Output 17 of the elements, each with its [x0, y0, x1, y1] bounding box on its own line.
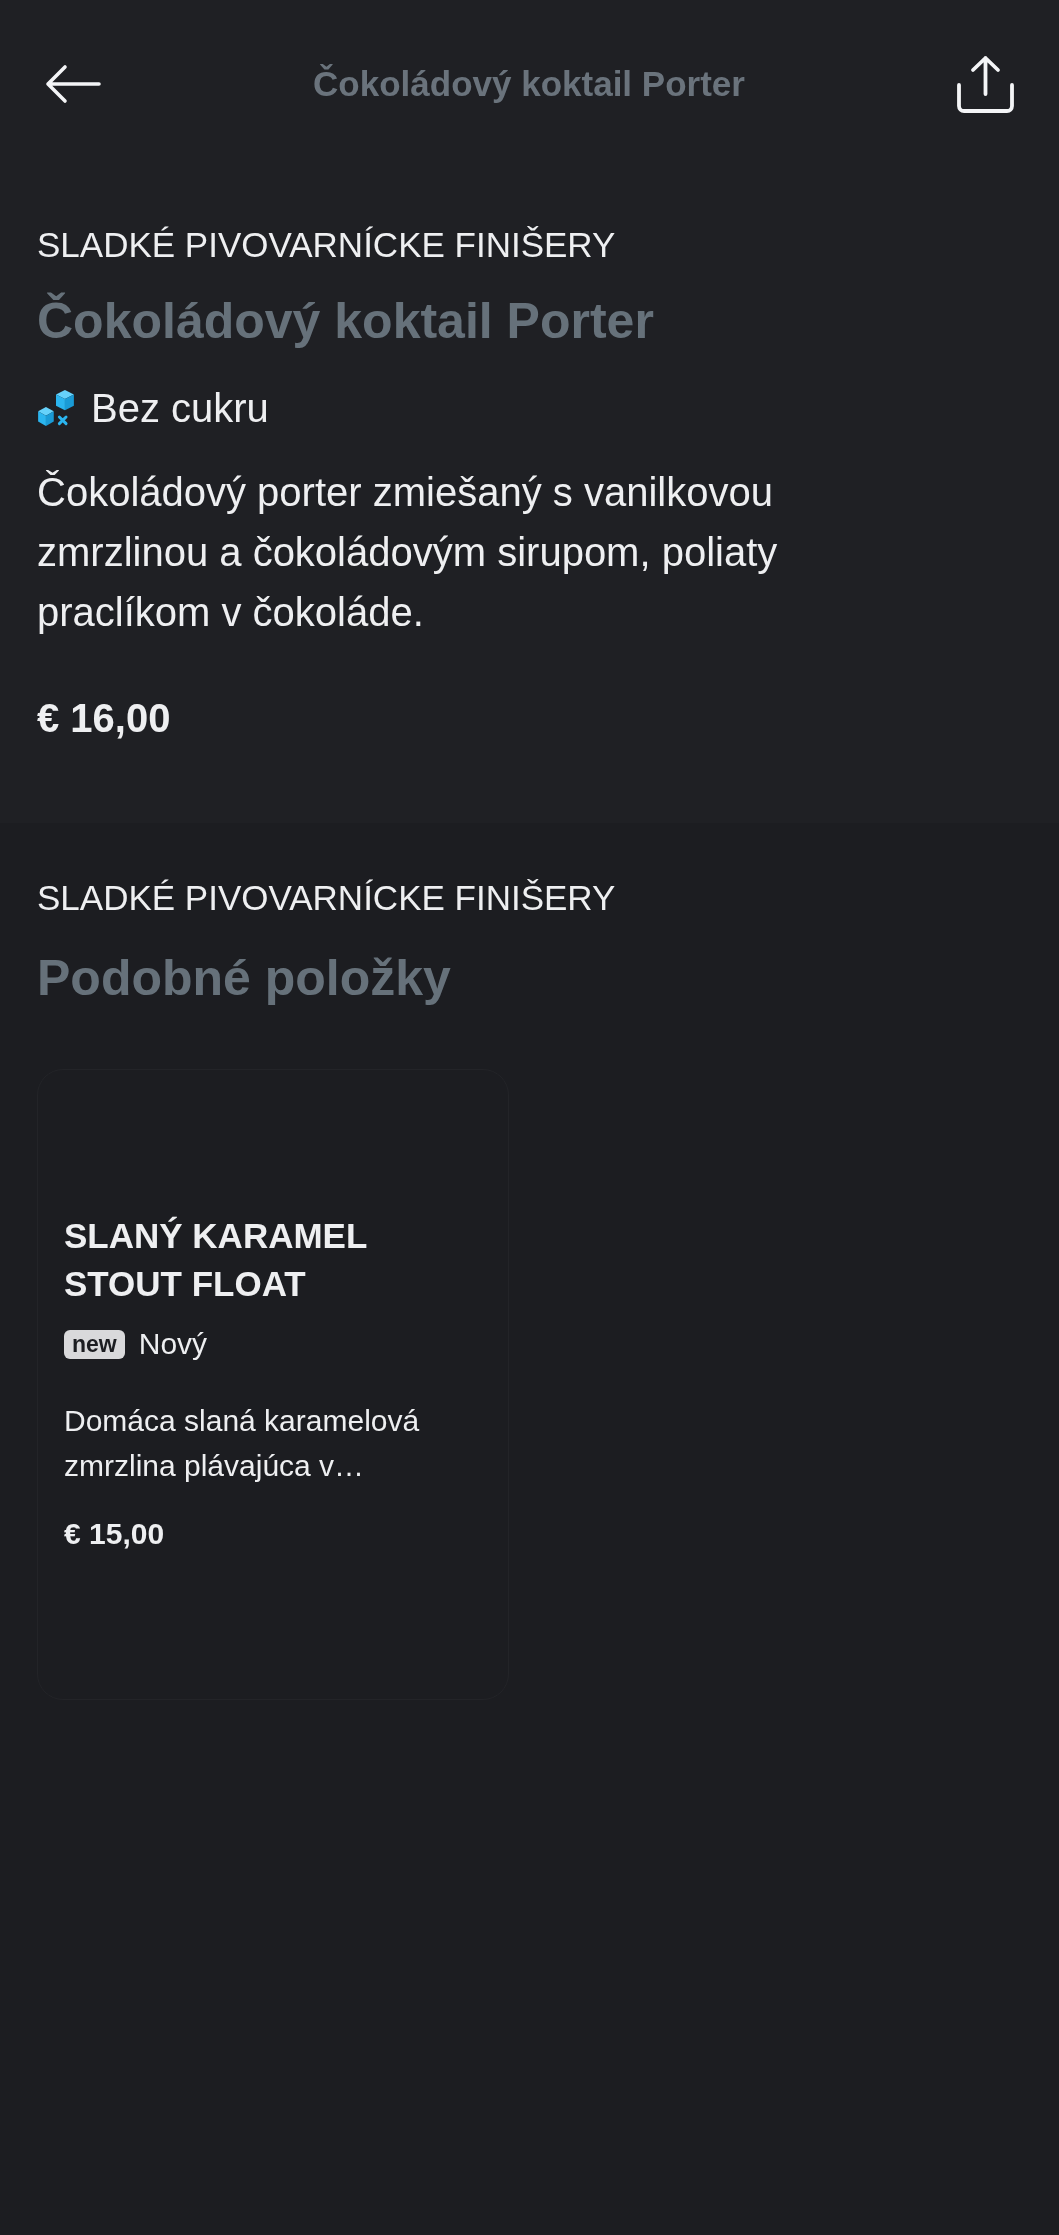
- product-description: Čokoládový porter zmiešaný s vanilkovou zmrzlinou a čokoládovým sirupom, poliaty praclíkom v čokoláde.: [37, 469, 779, 636]
- tag-label: Bez cukru: [91, 385, 269, 432]
- product-price: € 16,00: [37, 695, 171, 742]
- section-heading: Podobné položky: [37, 949, 451, 1008]
- new-badge: new: [64, 1329, 125, 1359]
- item-price: € 15,00: [64, 1516, 165, 1552]
- item-description: Domáca slaná karamelová zmrzlina plávajúca v…: [64, 1403, 421, 1484]
- page-title: Čokoládový koktail Porter: [312, 63, 746, 105]
- share-icon: [954, 53, 1016, 115]
- product-card[interactable]: SLANÝ KARAMEL STOUT FLOAT new Nový Domáca slaná karamelová zmrzlina plávajúca v… € 15,00: [37, 1069, 509, 1700]
- tag-label: Nový: [138, 1326, 208, 1362]
- item-name: SLANÝ KARAMEL STOUT FLOAT: [64, 1215, 368, 1305]
- back-arrow-icon: [44, 63, 102, 105]
- category-label: SLADKÉ PIVOVARNÍCKE FINIŠERY: [37, 224, 616, 266]
- sugar-cubes-icon: [37, 389, 75, 427]
- product-name: Čokoládový koktail Porter: [37, 291, 654, 351]
- category-label: SLADKÉ PIVOVARNÍCKE FINIŠERY: [37, 877, 616, 919]
